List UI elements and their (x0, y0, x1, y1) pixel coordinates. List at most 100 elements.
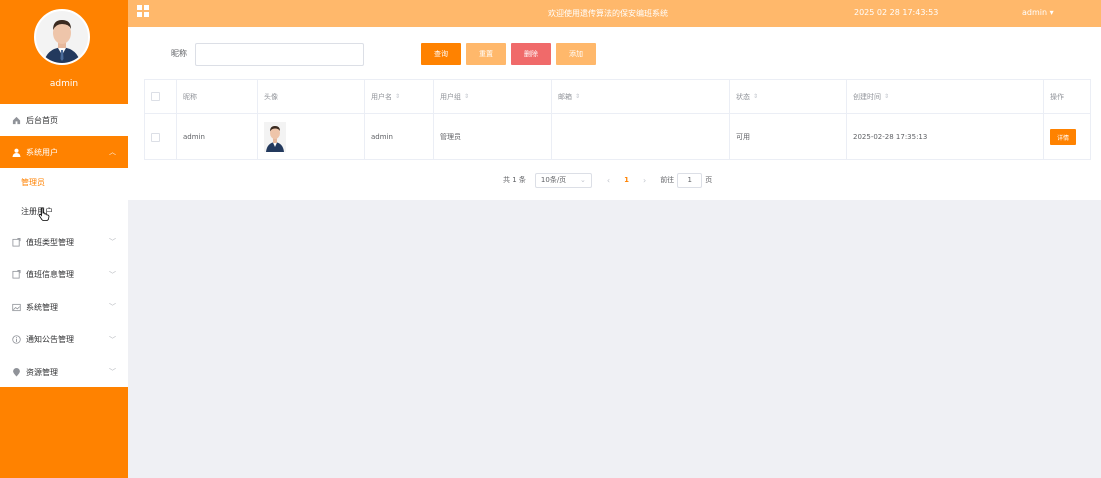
column-header-label: 创建时间 (853, 92, 881, 101)
sort-icon[interactable]: ⇕ (464, 94, 469, 100)
sort-icon[interactable]: ⇕ (395, 94, 400, 100)
goto-suffix: 页 (705, 176, 713, 184)
menu-label: 系统用户 (26, 147, 58, 157)
location-icon (11, 367, 21, 377)
home-icon (11, 115, 21, 125)
menu-label: 通知公告管理 (26, 335, 74, 345)
top-bar: 欢迎使用遗传算法的保安编班系统 2025 02 28 17:43:53 admi… (128, 0, 1101, 27)
submenu-label: 管理员 (21, 178, 45, 187)
chevron-down-icon: ﹀ (109, 368, 116, 376)
info-icon (11, 335, 21, 345)
menu-item-resources[interactable]: 资源管理 ﹀ (0, 356, 128, 389)
menu-item-announcements[interactable]: 通知公告管理 ﹀ (0, 324, 128, 357)
cell-email (552, 114, 730, 160)
chevron-down-icon: ﹀ (109, 303, 116, 311)
row-select-cell (145, 114, 177, 160)
query-button[interactable]: 查询 (421, 43, 461, 65)
column-header-created[interactable]: 创建时间 ⇕ (847, 80, 1044, 113)
page-size-select[interactable]: 10条/页 ⌄ (534, 172, 592, 188)
nickname-search-input[interactable] (195, 43, 364, 66)
menu-label: 值班信息管理 (26, 270, 74, 280)
cell-avatar (258, 114, 365, 160)
welcome-title: 欢迎使用遗传算法的保安编班系统 (548, 9, 668, 18)
column-header-label: 状态 (736, 92, 750, 101)
pagination: 共 1 条 10条/页 ⌄ ‹ 1 › 前往 1 页 (503, 172, 712, 188)
datetime-display: 2025 02 28 17:43:53 (854, 8, 939, 17)
chevron-down-icon: ﹀ (109, 238, 116, 246)
column-header-status[interactable]: 状态 ⇕ (730, 80, 847, 113)
user-dropdown[interactable]: admin ▾ (1022, 8, 1054, 17)
column-header-label: 邮箱 (558, 92, 572, 101)
sort-icon[interactable]: ⇕ (575, 94, 580, 100)
column-header-username[interactable]: 用户名 ⇕ (365, 80, 434, 113)
menu-label: 值班类型管理 (26, 237, 74, 247)
row-checkbox[interactable] (151, 132, 160, 142)
next-page-icon[interactable]: › (643, 176, 646, 185)
select-all-checkbox[interactable] (151, 92, 160, 101)
column-header-label: 用户组 (440, 92, 461, 101)
chevron-down-icon: ﹀ (109, 270, 116, 279)
table-header-row: 昵称 头像 用户名 ⇕ 用户组 ⇕ 邮箱 ⇕ 状态 ⇕ 创建时间 ⇕ 操作 (145, 80, 1090, 114)
delete-button[interactable]: 删除 (511, 43, 551, 65)
column-header-label: 头像 (264, 92, 278, 101)
menu-item-duty-info[interactable]: 值班信息管理 ﹀ (0, 259, 128, 292)
column-header-group[interactable]: 用户组 ⇕ (434, 80, 552, 113)
menu-item-system-users[interactable]: 系统用户 ︿ (0, 136, 128, 168)
side-menu: 后台首页 系统用户 ︿ 管理员 注册用户 值班类型管理 ﹀ 值班信息管理 ﹀ 系… (0, 104, 128, 389)
user-icon (11, 147, 21, 157)
total-count: 共 1 条 (503, 176, 526, 184)
table-row: admin admin 管理员 可用 2025-02-28 17:35:13 详… (145, 114, 1090, 160)
caret-down-icon: ▾ (1049, 8, 1054, 17)
cell-created: 2025-02-28 17:35:13 (847, 114, 1044, 160)
goto-page-input[interactable]: 1 (677, 172, 703, 188)
reset-button[interactable]: 重置 (466, 43, 506, 65)
select-all-cell (145, 80, 177, 113)
submenu-item-registered-users[interactable]: 注册用户 (0, 197, 128, 226)
page-number-current[interactable]: 1 (624, 176, 629, 184)
column-header-actions: 操作 (1044, 80, 1090, 113)
nickname-label: 昵称 (171, 49, 187, 58)
menu-label: 资源管理 (26, 367, 58, 377)
content-card: 昵称 查询 重置 删除 添加 昵称 头像 用户名 ⇕ 用户组 ⇕ 邮箱 ⇕ 状态… (128, 27, 1101, 200)
doc-icon (11, 237, 21, 247)
page-size-value: 10条/页 (540, 176, 567, 184)
cell-username: admin (365, 114, 434, 160)
user-dropdown-label: admin (1022, 8, 1048, 17)
submenu-item-admin[interactable]: 管理员 (0, 168, 128, 197)
menu-item-home[interactable]: 后台首页 (0, 104, 128, 136)
cell-group: 管理员 (434, 114, 552, 160)
sidebar: admin 后台首页 系统用户 ︿ 管理员 注册用户 值班类型管理 ﹀ 值班信息… (0, 0, 128, 478)
menu-label: 系统管理 (26, 302, 58, 312)
add-button[interactable]: 添加 (556, 43, 596, 65)
doc-icon (11, 270, 21, 280)
sidebar-footer (0, 387, 128, 478)
prev-page-icon[interactable]: ‹ (607, 176, 610, 185)
profile-panel: admin (0, 0, 128, 104)
menu-grid-icon[interactable] (137, 5, 149, 17)
chevron-up-icon: ︿ (109, 148, 116, 156)
sort-icon[interactable]: ⇕ (753, 94, 758, 100)
column-header-email[interactable]: 邮箱 ⇕ (552, 80, 730, 113)
cell-nickname: admin (177, 114, 258, 160)
avatar-thumbnail[interactable] (264, 122, 286, 152)
users-table: 昵称 头像 用户名 ⇕ 用户组 ⇕ 邮箱 ⇕ 状态 ⇕ 创建时间 ⇕ 操作 ad… (144, 79, 1091, 160)
column-header-label: 昵称 (183, 92, 197, 101)
profile-username: admin (49, 79, 79, 89)
hand-cursor-icon (38, 207, 50, 221)
sort-icon[interactable]: ⇕ (884, 94, 889, 100)
detail-button[interactable]: 详情 (1050, 129, 1076, 145)
column-header-nickname: 昵称 (177, 80, 258, 113)
column-header-label: 用户名 (371, 92, 392, 101)
goto-label: 前往 (660, 176, 675, 184)
column-header-label: 操作 (1050, 92, 1064, 101)
image-icon (11, 302, 21, 312)
menu-label: 后台首页 (26, 115, 58, 125)
menu-item-system-admin[interactable]: 系统管理 ﹀ (0, 291, 128, 324)
avatar (34, 9, 90, 65)
menu-item-duty-type[interactable]: 值班类型管理 ﹀ (0, 226, 128, 259)
column-header-avatar: 头像 (258, 80, 365, 113)
cell-status: 可用 (730, 114, 847, 160)
chevron-down-icon: ⌄ (580, 176, 586, 184)
cell-actions: 详情 (1044, 114, 1090, 160)
chevron-down-icon: ﹀ (109, 335, 116, 344)
